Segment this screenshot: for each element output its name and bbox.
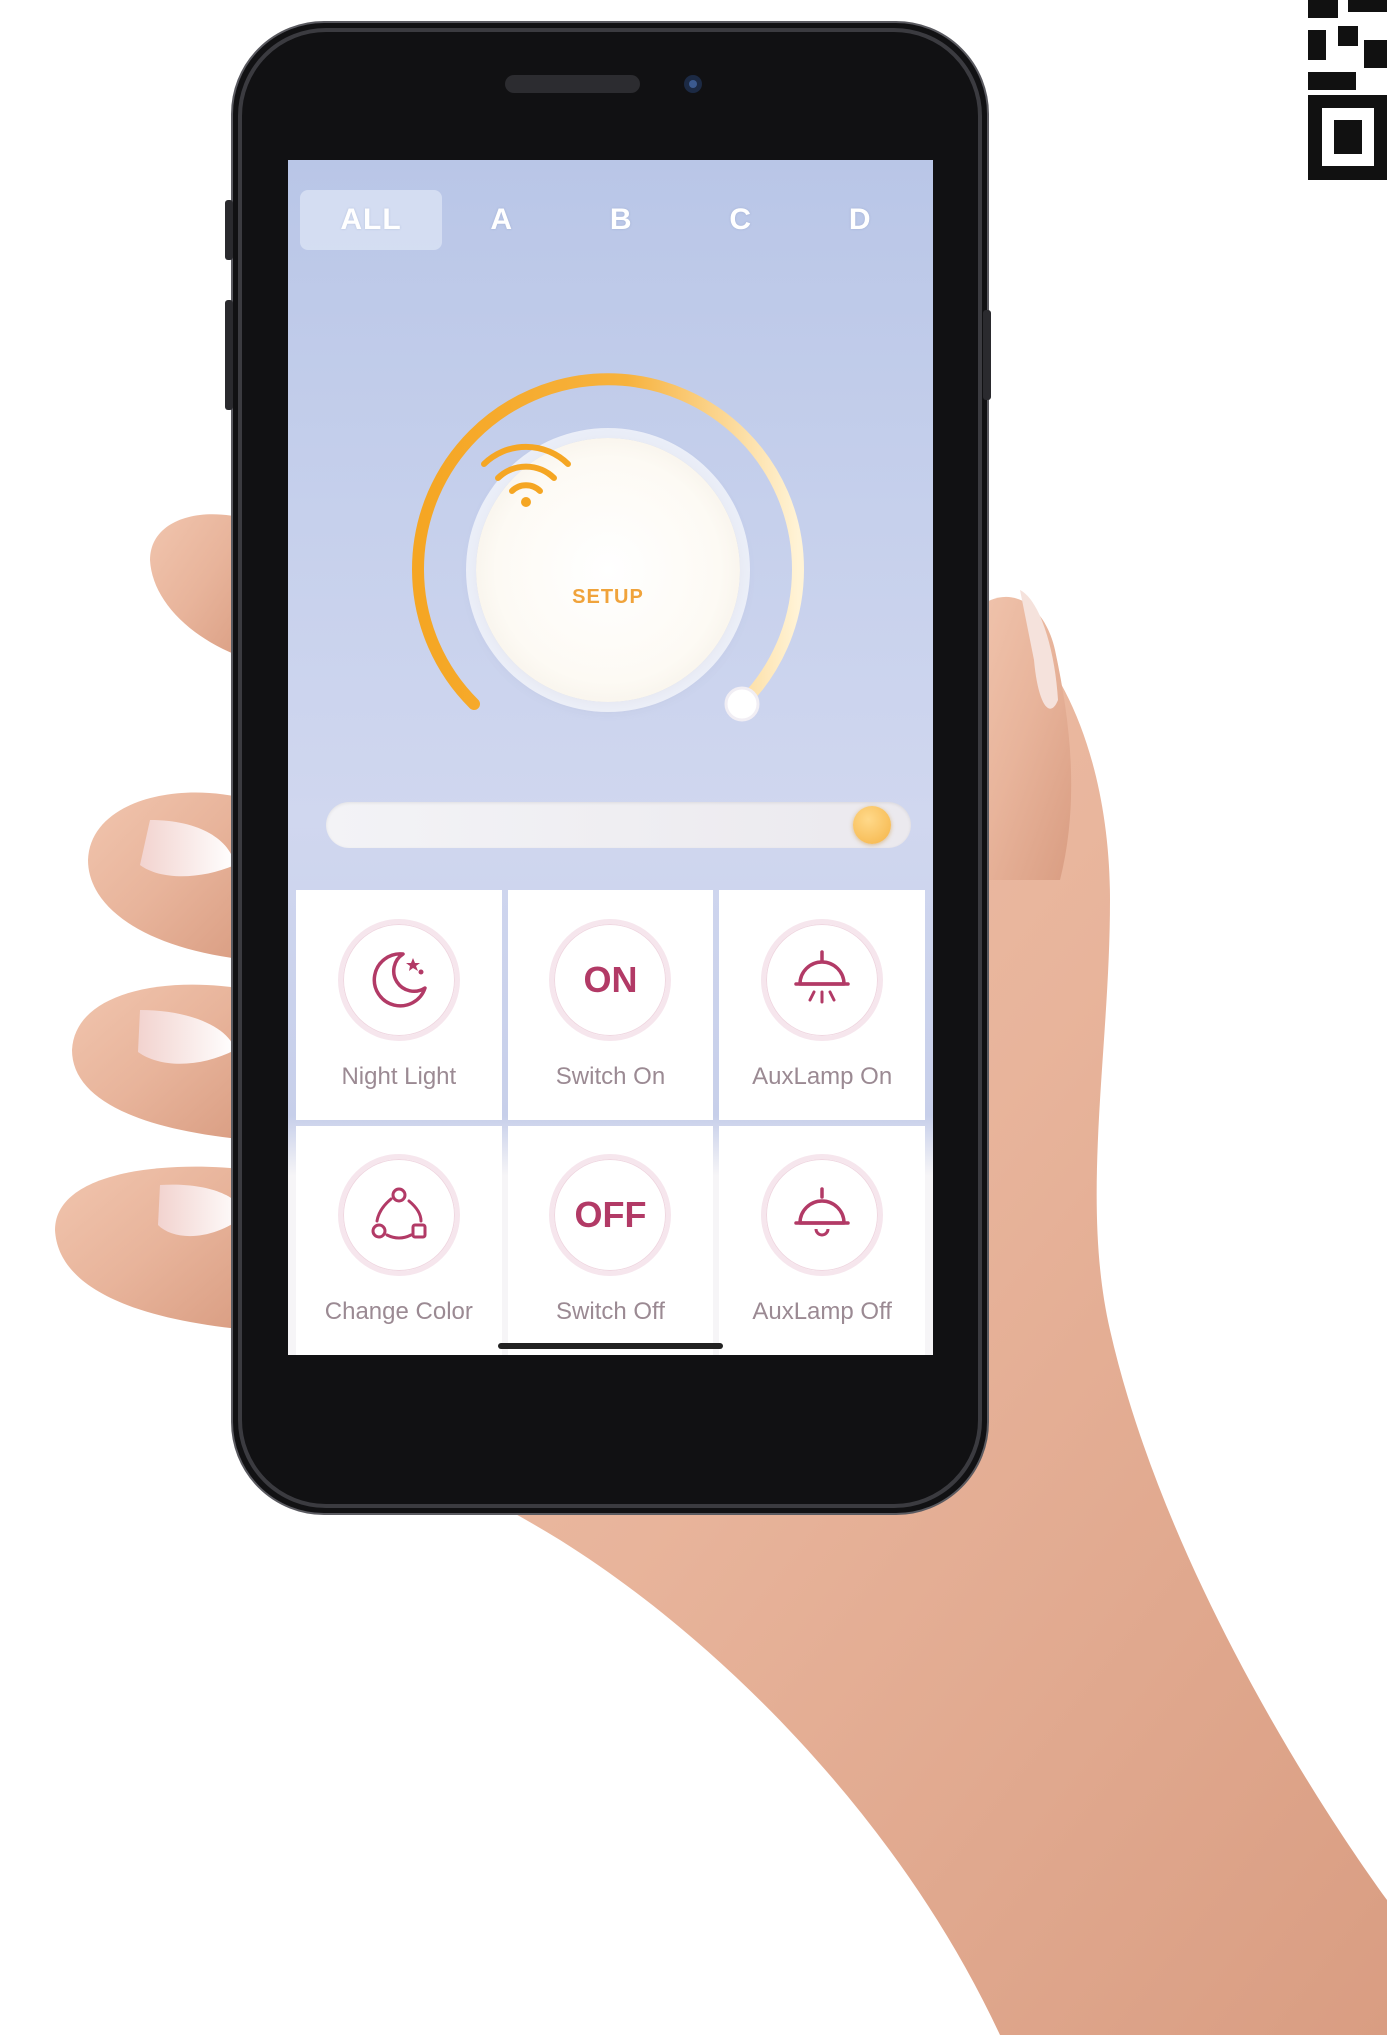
qr-code-fragment bbox=[1300, 0, 1387, 180]
tab-c[interactable]: C bbox=[681, 190, 801, 250]
change-color-icon-circle bbox=[337, 1154, 460, 1277]
tab-all[interactable]: ALL bbox=[300, 190, 442, 250]
tab-b[interactable]: B bbox=[562, 190, 682, 250]
auxlamp-off-button[interactable]: AuxLamp Off bbox=[719, 1125, 925, 1355]
auxlamp-off-label: AuxLamp Off bbox=[752, 1298, 892, 1326]
auxlamp-on-label: AuxLamp On bbox=[752, 1062, 893, 1090]
brightness-slider[interactable] bbox=[326, 802, 911, 848]
setup-button[interactable]: SETUP bbox=[476, 438, 740, 702]
switch-on-icon-circle: ON bbox=[549, 918, 672, 1041]
auxlamp-on-icon-circle bbox=[761, 918, 884, 1041]
off-icon: OFF bbox=[574, 1194, 647, 1236]
wifi-icon bbox=[481, 443, 571, 507]
tab-d[interactable]: D bbox=[801, 190, 921, 250]
brightness-dial[interactable]: SETUP bbox=[408, 370, 808, 770]
change-color-label: Change Color bbox=[324, 1298, 473, 1326]
moon-icon bbox=[372, 951, 427, 1008]
slider-fill bbox=[326, 802, 872, 848]
tab-a[interactable]: A bbox=[442, 190, 562, 250]
slider-thumb[interactable] bbox=[852, 806, 891, 844]
switch-off-label: Switch Off bbox=[556, 1298, 665, 1326]
app-screen: ALL A B C D SETUP Night Light ON Switch … bbox=[288, 160, 933, 1355]
switch-on-button[interactable]: ON Switch On bbox=[507, 890, 714, 1120]
night-light-label: Night Light bbox=[341, 1062, 457, 1090]
dial-knob[interactable] bbox=[724, 686, 760, 722]
change-color-button[interactable]: Change Color bbox=[296, 1125, 502, 1355]
night-light-icon-circle bbox=[337, 918, 460, 1041]
group-tabs: ALL A B C D bbox=[300, 190, 920, 250]
on-icon: ON bbox=[583, 958, 638, 1000]
switch-off-button[interactable]: OFF Switch Off bbox=[507, 1125, 714, 1355]
lamp-off-icon bbox=[794, 1187, 850, 1237]
color-cycle-icon bbox=[371, 1187, 427, 1240]
night-light-button[interactable]: Night Light bbox=[296, 890, 502, 1120]
action-grid: Night Light ON Switch On AuxLamp On Chan… bbox=[296, 890, 925, 1355]
lamp-on-icon bbox=[794, 950, 850, 1004]
home-indicator bbox=[498, 1343, 723, 1349]
switch-on-label: Switch On bbox=[555, 1062, 666, 1090]
switch-off-icon-circle: OFF bbox=[549, 1154, 672, 1277]
setup-label: SETUP bbox=[572, 586, 644, 608]
auxlamp-off-icon-circle bbox=[761, 1154, 884, 1277]
auxlamp-on-button[interactable]: AuxLamp On bbox=[719, 890, 925, 1120]
